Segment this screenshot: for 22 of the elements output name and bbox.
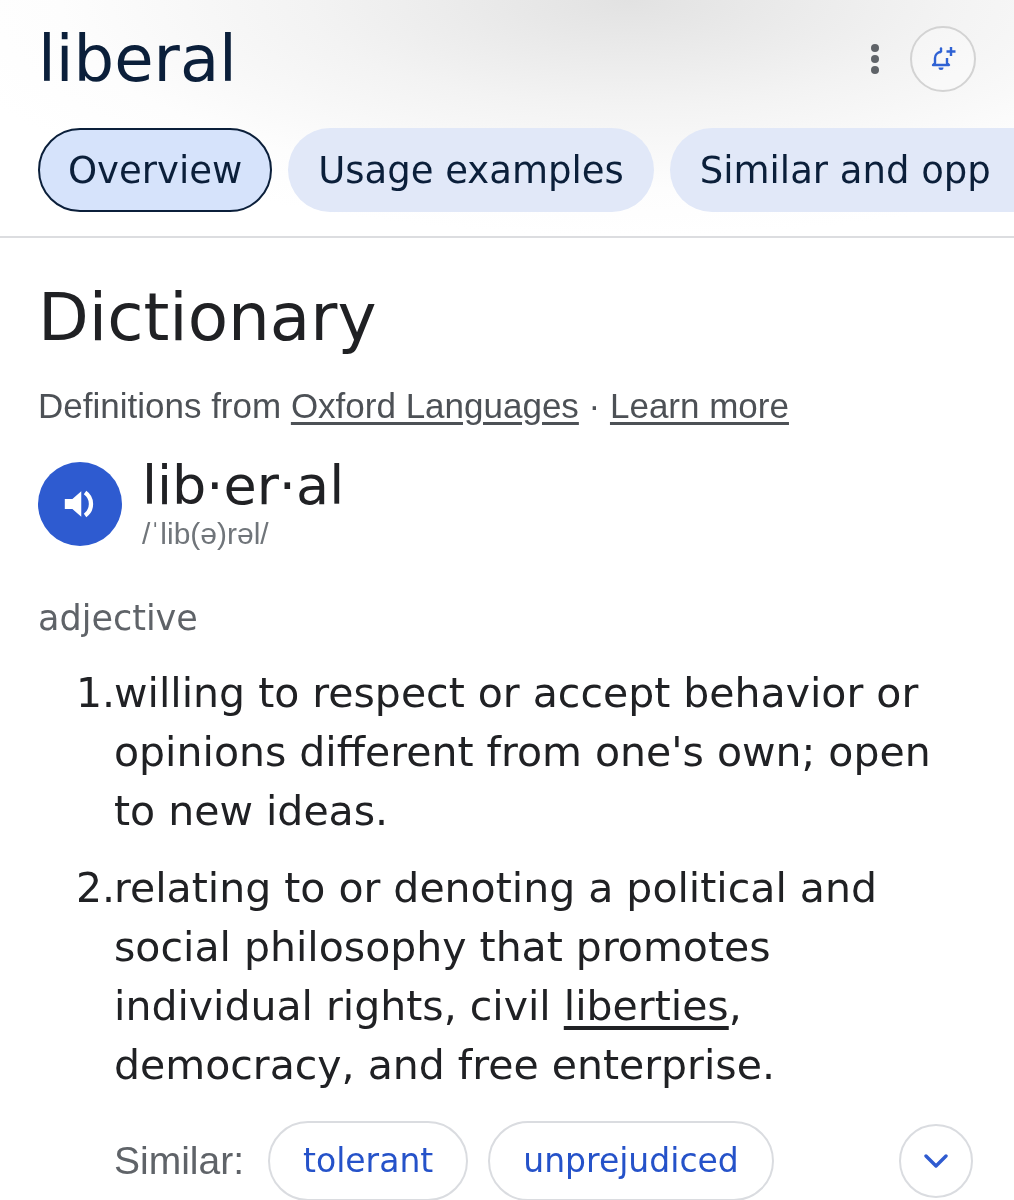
definition-number: 2. [76,862,114,914]
pronunciation: /ˈlib(ə)rəl/ [142,516,270,550]
search-title: liberal [38,27,237,91]
vertical-dots-icon [870,44,880,74]
definition-text: willing to respect or accept behavior or opinions different from one's own; open to new ideas. [114,667,932,837]
inline-link[interactable]: Learn more [609,386,789,426]
similar-label: Similar: [114,1138,244,1183]
tab[interactable]: Overview [38,128,273,212]
definition-text: relating to or denoting a political and social philosophy that promotes individual rights, civil liberties, democracy, and free enterprise. [114,862,878,1091]
section-heading: Dictionary [38,278,378,358]
definition-number: 1. [76,667,114,719]
word-link[interactable]: liberties [563,981,729,1030]
source-line: Definitions from Oxford Languages · Learn more [38,385,790,428]
tab[interactable]: Usage examples [288,128,654,212]
chevron-down-icon [924,1153,948,1168]
synonym-chip[interactable]: unprejudiced [488,1120,774,1200]
tab[interactable]: Similar and opp [669,128,1014,212]
headword: lib·er·al [142,458,345,513]
synonym-chip[interactable]: tolerant [268,1120,469,1200]
more-options-button[interactable] [870,44,880,74]
part-of-speech: adjective [38,596,199,639]
inline-link[interactable]: Oxford Languages [290,386,579,426]
